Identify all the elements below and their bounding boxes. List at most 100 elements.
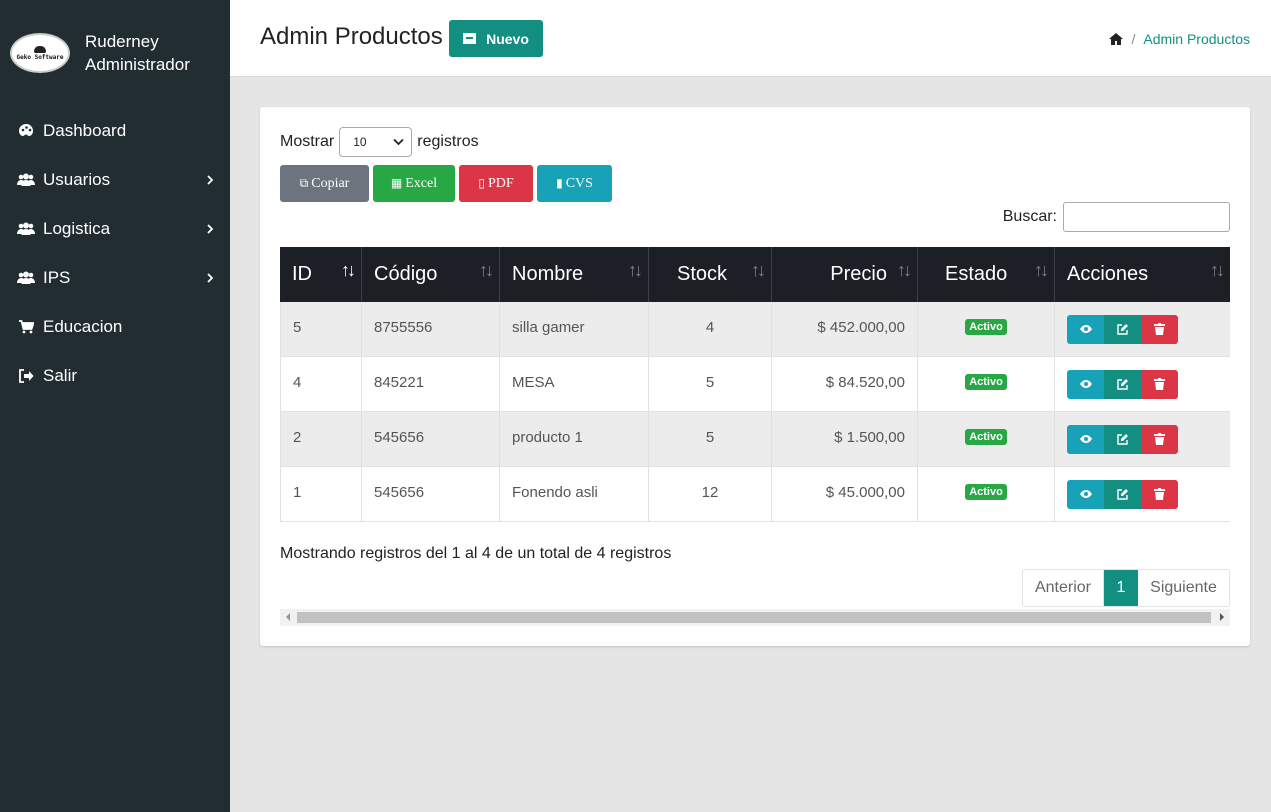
next-page-button[interactable]: Siguiente: [1138, 570, 1229, 606]
table-info: Mostrando registros del 1 al 4 de un tot…: [280, 545, 672, 562]
pagination: Anterior 1 Siguiente: [1022, 569, 1230, 607]
table-row: 2 545656 producto 1 5 $ 1.500,00 Activo: [280, 412, 1230, 467]
cell-codigo: 545656: [362, 412, 500, 466]
chevron-right-icon: [207, 223, 214, 234]
search-label: Buscar:: [1002, 208, 1057, 225]
edit-button[interactable]: [1104, 314, 1141, 344]
eye-icon: [1079, 490, 1092, 498]
delete-button[interactable]: [1141, 479, 1178, 509]
column-header-stock[interactable]: Stock ↑↓: [649, 247, 772, 302]
copy-button[interactable]: ⧉ Copiar: [280, 165, 369, 202]
cell-nombre: silla gamer: [500, 302, 649, 356]
sidebar-nav: Dashboard Usuarios Logistica IPS Educaci…: [0, 106, 230, 400]
sidebar-item-dashboard[interactable]: Dashboard: [0, 106, 230, 155]
column-header-estado[interactable]: Estado ↑↓: [918, 247, 1055, 302]
products-card: Mostrar 10 registros ⧉ Copiar ▦ Excel ▯ …: [260, 107, 1250, 646]
users-icon: [17, 221, 35, 237]
column-label: Código: [374, 263, 438, 285]
view-button[interactable]: [1067, 314, 1104, 344]
cell-nombre: Fonendo asli: [500, 467, 649, 521]
chevron-down-icon: [393, 138, 404, 146]
cell-precio: $ 84.520,00: [772, 357, 918, 411]
status-badge: Activo: [965, 484, 1007, 500]
cell-id: 5: [280, 302, 362, 356]
row-actions: [1067, 479, 1178, 509]
cell-precio: $ 452.000,00: [772, 302, 918, 356]
chevron-right-icon: [207, 272, 214, 283]
edit-button[interactable]: [1104, 479, 1141, 509]
cell-precio: $ 1.500,00: [772, 412, 918, 466]
column-header-id[interactable]: ID ↑↓: [280, 247, 362, 302]
home-icon[interactable]: [1108, 32, 1124, 46]
delete-button[interactable]: [1141, 369, 1178, 399]
edit-button[interactable]: [1104, 369, 1141, 399]
cart-icon: [17, 319, 35, 335]
breadcrumb: / Admin Productos: [1108, 31, 1250, 47]
sidebar-item-logistica[interactable]: Logistica: [0, 204, 230, 253]
pdf-button[interactable]: ▯ PDF: [459, 165, 533, 202]
trash-icon: [1154, 323, 1165, 335]
column-header-codigo[interactable]: Código ↑↓: [362, 247, 500, 302]
view-button[interactable]: [1067, 424, 1104, 454]
sort-icon: ↑↓: [479, 260, 494, 280]
show-label: Mostrar: [280, 133, 335, 150]
table-row: 5 8755556 silla gamer 4 $ 452.000,00 Act…: [280, 302, 1230, 357]
cell-estado: Activo: [918, 467, 1055, 521]
trash-icon: [1154, 433, 1165, 445]
new-product-button[interactable]: Nuevo: [449, 20, 543, 57]
excel-button[interactable]: ▦ Excel: [373, 165, 455, 202]
edit-button[interactable]: [1104, 424, 1141, 454]
cell-id: 1: [280, 467, 362, 521]
horizontal-scrollbar[interactable]: [280, 609, 1230, 626]
trash-icon: [1154, 488, 1165, 500]
sort-icon: ↑↓: [897, 260, 912, 280]
users-icon: [17, 172, 35, 188]
previous-page-button[interactable]: Anterior: [1023, 570, 1104, 606]
cell-id: 2: [280, 412, 362, 466]
sort-icon: ↑↓: [1034, 260, 1049, 280]
scroll-left-icon[interactable]: [286, 613, 290, 621]
scroll-right-icon[interactable]: [1220, 613, 1224, 621]
column-header-precio[interactable]: Precio ↑↓: [772, 247, 918, 302]
sign-out-icon: [17, 368, 35, 384]
user-name: Ruderney: [85, 32, 159, 51]
cell-acciones: [1055, 357, 1230, 411]
eye-icon: [1079, 435, 1092, 443]
user-profile: Geko Software Ruderney Administrador: [0, 0, 230, 100]
csv-button[interactable]: ▮ CVS: [537, 165, 612, 202]
delete-button[interactable]: [1141, 424, 1178, 454]
column-header-nombre[interactable]: Nombre ↑↓: [500, 247, 649, 302]
page-1-button[interactable]: 1: [1104, 570, 1138, 606]
sidebar-item-educacion[interactable]: Educacion: [0, 302, 230, 351]
view-button[interactable]: [1067, 479, 1104, 509]
company-logo: Geko Software: [10, 33, 70, 73]
sidebar-item-salir[interactable]: Salir: [0, 351, 230, 400]
file-pdf-icon: ▯: [478, 176, 485, 190]
sidebar-item-ips[interactable]: IPS: [0, 253, 230, 302]
logo-text: Geko Software: [16, 53, 64, 61]
table-row: 1 545656 Fonendo asli 12 $ 45.000,00 Act…: [280, 467, 1230, 522]
sort-icon: ↑↓: [1210, 260, 1225, 280]
sidebar-item-label: Salir: [43, 365, 78, 385]
page-size-select[interactable]: 10: [339, 127, 413, 157]
column-label: Nombre: [512, 263, 584, 285]
page-size-control: Mostrar 10 registros: [280, 127, 479, 157]
search-input[interactable]: [1063, 202, 1230, 232]
breadcrumb-current[interactable]: Admin Productos: [1143, 31, 1250, 47]
view-button[interactable]: [1067, 369, 1104, 399]
row-actions: [1067, 314, 1178, 344]
cell-acciones: [1055, 467, 1230, 521]
copy-icon: ⧉: [299, 176, 309, 190]
status-badge: Activo: [965, 319, 1007, 335]
delete-button[interactable]: [1141, 314, 1178, 344]
column-header-acciones[interactable]: Acciones ↑↓: [1055, 247, 1230, 302]
cell-estado: Activo: [918, 357, 1055, 411]
sidebar-item-usuarios[interactable]: Usuarios: [0, 155, 230, 204]
column-label: Precio: [830, 263, 887, 285]
excel-label: Excel: [405, 175, 438, 191]
edit-icon: [1117, 323, 1128, 335]
user-role: Administrador: [85, 55, 190, 74]
chevron-right-icon: [207, 174, 214, 185]
column-label: Acciones: [1067, 263, 1149, 285]
scrollbar-thumb[interactable]: [297, 612, 1211, 623]
